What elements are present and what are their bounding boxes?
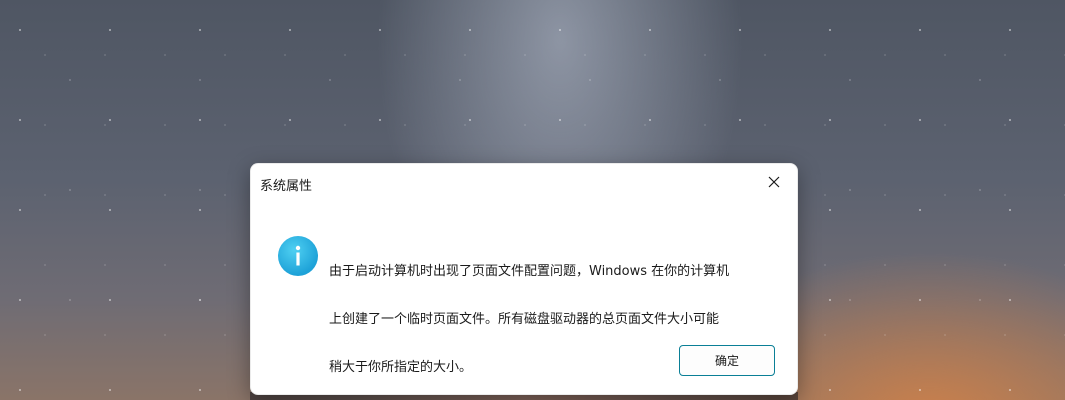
message-line-2: 上创建了一个临时页面文件。所有磁盘驱动器的总页面文件大小可能 [329,312,720,327]
info-icon [278,236,318,276]
close-icon [768,176,780,188]
system-properties-dialog: 系统属性 由于启动计算机时出现了页面文件配置问题，Windows 在你的计算机 … [250,163,798,395]
close-button[interactable] [751,164,797,200]
message-line-1: 由于启动计算机时出现了页面文件配置问题，Windows 在你的计算机 [329,264,730,279]
dialog-title: 系统属性 [260,179,313,194]
ok-button[interactable]: 确定 [679,345,775,376]
